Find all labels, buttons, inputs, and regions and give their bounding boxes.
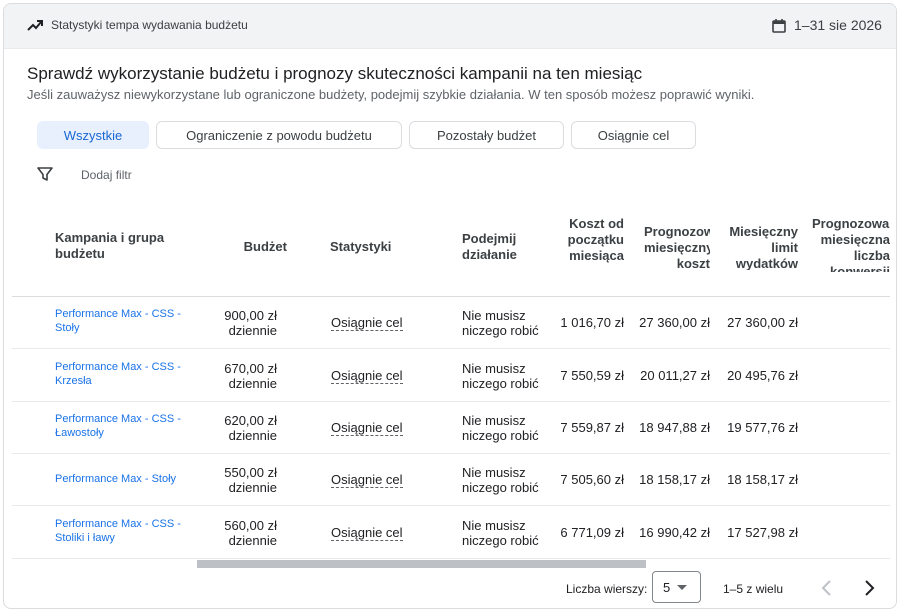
horizontal-scrollbar[interactable] [197, 560, 646, 568]
card-header: Statystyki tempa wydawania budżetu 1–31 … [4, 4, 896, 49]
page-info: 1–5 z wielu [723, 582, 784, 596]
campaign-link[interactable]: Performance Max - CSS - Stoliki i ławy [55, 517, 195, 545]
rows-per-page-label: Liczba wierszy: [566, 582, 648, 596]
budget-value: 900,00 zł dziennie [224, 308, 277, 338]
forecast-cost-value: 20 011,27 zł [640, 368, 710, 383]
chip-all[interactable]: Wszystkie [37, 121, 149, 149]
forecast-cost-value: 18 947,88 zł [639, 420, 710, 435]
budget-value: 670,00 zł dziennie [224, 361, 277, 391]
filter-icon[interactable] [37, 166, 53, 182]
col-header-stats[interactable]: Statystyki [330, 239, 420, 255]
limit-value: 27 360,00 zł [727, 315, 798, 330]
limit-value: 19 577,76 zł [727, 420, 798, 435]
chip-on-target[interactable]: Osiągnie cel [571, 121, 696, 149]
table-row: Performance Max - Stoły 550,00 zł dzienn… [12, 454, 890, 506]
chevron-left-icon[interactable] [817, 578, 837, 598]
chip-budget-limited[interactable]: Ograniczenie z powodu budżetu [156, 121, 402, 149]
limit-value: 17 527,98 zł [727, 525, 798, 540]
budget-value: 550,00 zł dziennie [224, 465, 277, 495]
status-badge[interactable]: Osiągnie cel [331, 420, 403, 436]
action-text: Nie musisz niczego robić [462, 308, 539, 338]
forecast-cost-value: 27 360,00 zł [639, 315, 710, 330]
calendar-icon[interactable] [772, 19, 786, 33]
status-badge[interactable]: Osiągnie cel [331, 368, 403, 384]
chip-budget-remaining[interactable]: Pozostały budżet [409, 121, 564, 149]
campaign-link[interactable]: Performance Max - Stoły [55, 472, 195, 486]
col-header-action[interactable]: Podejmij działanie [462, 231, 542, 263]
col-header-limit[interactable]: Miesięczny limit wydatków [724, 224, 798, 270]
forecast-cost-value: 18 158,17 zł [639, 472, 710, 487]
chip-label: Ograniczenie z powodu budżetu [186, 127, 372, 143]
action-text: Nie musisz niczego robić [462, 465, 539, 495]
pagination-footer: Liczba wierszy: 5 1–5 z wielu [4, 568, 896, 608]
chevron-right-icon[interactable] [859, 578, 879, 598]
forecast-cost-value: 16 990,42 zł [639, 525, 710, 540]
budget-table: Kampania i grupa budżetu Budżet Statysty… [12, 202, 890, 562]
table-row: Performance Max - CSS - Ławostoły 620,00… [12, 402, 890, 454]
budget-pacing-card: Statystyki tempa wydawania budżetu 1–31 … [3, 3, 897, 609]
table-row: Performance Max - CSS - Stoły 900,00 zł … [12, 297, 890, 349]
header-title: Statystyki tempa wydawania budżetu [51, 18, 248, 32]
trending-icon [27, 20, 43, 31]
cost-value: 7 550,59 zł [560, 368, 624, 383]
page-subtitle: Jeśli zauważysz niewykorzystane lub ogra… [27, 87, 755, 102]
col-header-cost[interactable]: Koszt od początku miesiąca [562, 216, 624, 278]
cost-value: 7 559,87 zł [560, 420, 624, 435]
cost-value: 6 771,09 zł [560, 525, 624, 540]
campaign-link[interactable]: Performance Max - CSS - Krzesła [55, 360, 195, 388]
chip-label: Pozostały budżet [436, 127, 536, 143]
status-badge[interactable]: Osiągnie cel [331, 525, 403, 541]
table-row: Performance Max - CSS - Stoliki i ławy 5… [12, 507, 890, 559]
col-header-campaign[interactable]: Kampania i grupa budżetu [55, 230, 185, 262]
dropdown-caret-icon [677, 585, 687, 590]
date-range[interactable]: 1–31 sie 2026 [794, 17, 882, 33]
page-title: Sprawdź wykorzystanie budżetu i prognozy… [27, 64, 643, 83]
chip-label: Osiągnie cel [597, 127, 670, 143]
rows-per-page-select[interactable]: 5 [652, 571, 701, 603]
status-badge[interactable]: Osiągnie cel [331, 472, 403, 488]
budget-value: 560,00 zł dziennie [224, 518, 277, 548]
cost-value: 7 505,60 zł [560, 472, 624, 487]
action-text: Nie musisz niczego robić [462, 361, 539, 391]
status-badge[interactable]: Osiągnie cel [331, 315, 403, 331]
action-text: Nie musisz niczego robić [462, 518, 539, 548]
col-header-forecast-conversions[interactable]: Prognozowana miesięczna liczba konwersji [812, 216, 890, 272]
add-filter-button[interactable]: Dodaj filtr [81, 168, 132, 182]
budget-value: 620,00 zł dziennie [224, 413, 277, 443]
table-row: Performance Max - CSS - Krzesła 670,00 z… [12, 350, 890, 402]
col-header-forecast-cost[interactable]: Prognozowany miesięczny koszt [644, 224, 710, 270]
action-text: Nie musisz niczego robić [462, 413, 539, 443]
chip-label: Wszystkie [63, 127, 123, 143]
campaign-link[interactable]: Performance Max - CSS - Stoły [55, 307, 195, 335]
col-header-budget[interactable]: Budżet [217, 239, 287, 255]
rows-per-page-value: 5 [663, 580, 671, 595]
cost-value: 1 016,70 zł [560, 315, 624, 330]
campaign-link[interactable]: Performance Max - CSS - Ławostoły [55, 412, 195, 440]
limit-value: 18 158,17 zł [727, 472, 798, 487]
limit-value: 20 495,76 zł [727, 368, 798, 383]
